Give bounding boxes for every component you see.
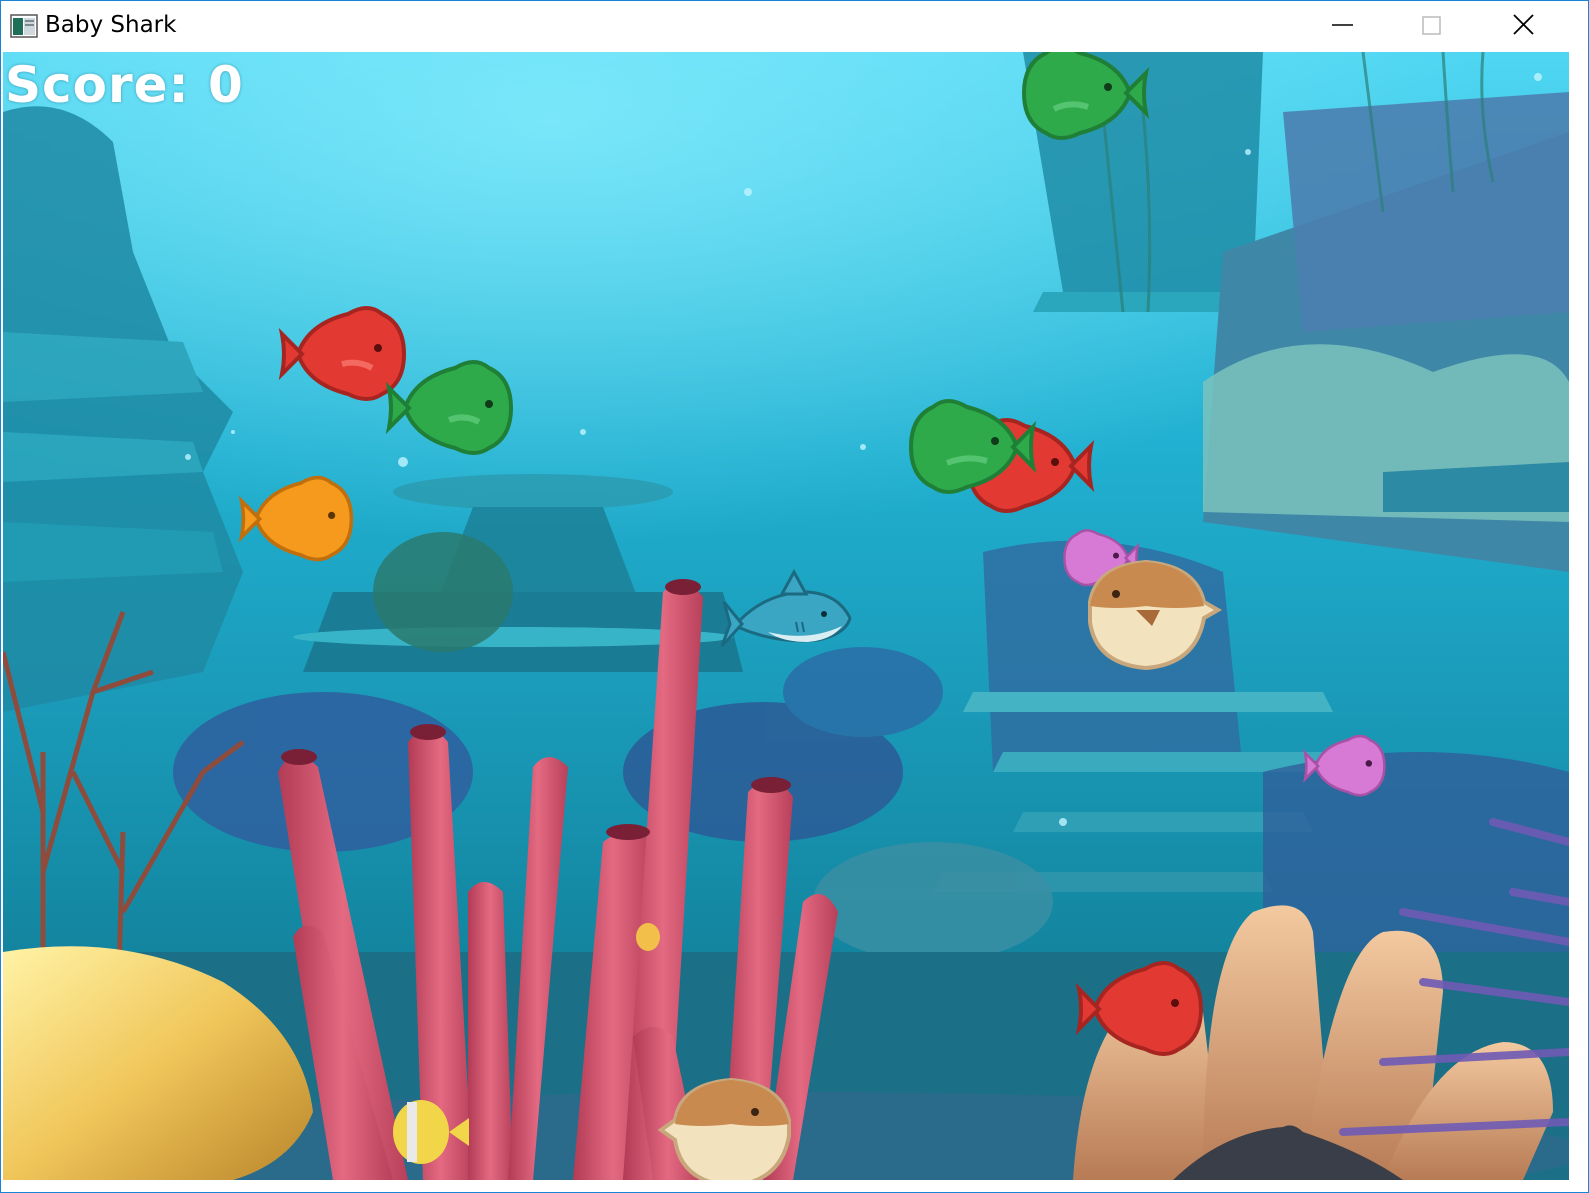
- orange-fish-1: [239, 475, 354, 562]
- baby-shark-player: [720, 568, 852, 648]
- maximize-icon: [1422, 16, 1441, 35]
- score-display: Score: 0: [5, 56, 244, 114]
- window-title: Baby Shark: [45, 12, 177, 38]
- pufferfish-2: [657, 1077, 791, 1180]
- app-icon: [10, 14, 38, 38]
- close-button[interactable]: [1478, 1, 1568, 52]
- red-fish-1: [280, 306, 406, 401]
- green-fish-2: [387, 360, 513, 455]
- pink-fish-2: [1303, 734, 1386, 797]
- game-window: Baby Shark Score: 0: [0, 0, 1589, 1193]
- window-right-edge: [1569, 52, 1588, 1192]
- close-icon: [1513, 14, 1534, 35]
- title-bar[interactable]: Baby Shark: [1, 1, 1588, 52]
- minimize-button[interactable]: [1298, 1, 1388, 52]
- game-canvas[interactable]: [3, 52, 1569, 1180]
- minimize-icon: [1332, 24, 1353, 26]
- red-fish-3: [1077, 961, 1203, 1056]
- pufferfish-1: [1088, 559, 1223, 671]
- green-fish-1: [1022, 52, 1148, 140]
- window-bottom-edge: [1, 1180, 1588, 1192]
- maximize-button[interactable]: [1387, 1, 1477, 52]
- sprites: [239, 52, 1386, 1180]
